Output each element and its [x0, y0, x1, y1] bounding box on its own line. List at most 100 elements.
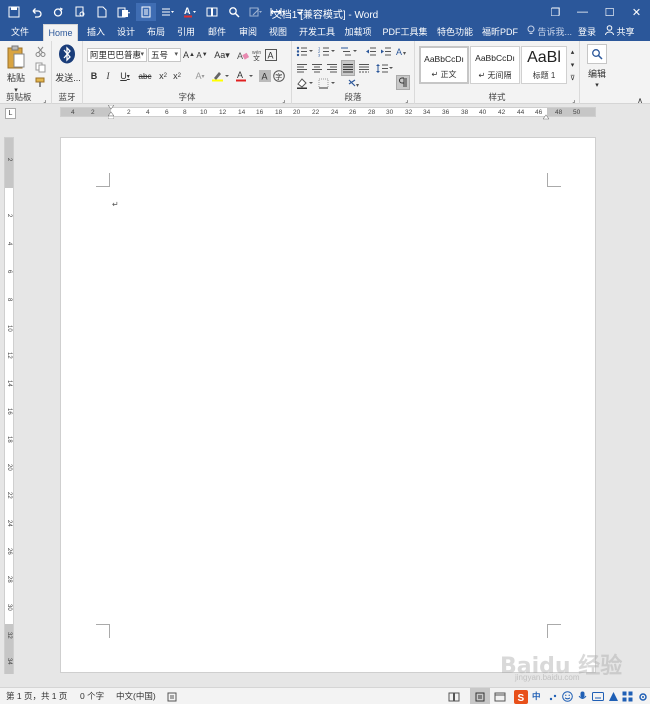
- word-count[interactable]: 0 个字: [80, 688, 104, 704]
- text-effects-icon[interactable]: A ▾: [192, 69, 208, 83]
- ime-punct-icon[interactable]: [548, 688, 558, 704]
- character-border-icon[interactable]: A: [265, 48, 277, 62]
- show-marks-icon[interactable]: [396, 75, 410, 90]
- clear-format-icon[interactable]: A: [237, 48, 249, 62]
- strikethrough-icon[interactable]: abc: [137, 69, 153, 83]
- search-icon[interactable]: [587, 44, 607, 64]
- multilevel-list-icon[interactable]: [340, 44, 358, 58]
- font-size-combo[interactable]: 五号 ▾: [148, 48, 181, 62]
- bold-icon[interactable]: B: [89, 69, 99, 83]
- tab-mailings[interactable]: 邮件: [204, 24, 230, 41]
- editing-dropdown-icon[interactable]: ▾: [592, 78, 602, 92]
- tab-file[interactable]: 文件: [4, 24, 36, 41]
- highlight-icon[interactable]: [211, 69, 231, 83]
- bullets-icon[interactable]: [296, 44, 314, 58]
- styles-more-icon[interactable]: ⊽: [568, 72, 577, 84]
- sign-in-link[interactable]: 登录: [578, 24, 596, 41]
- tab-addins[interactable]: 加载项: [341, 24, 375, 41]
- clipboard-launcher-icon[interactable]: ⌟: [40, 93, 50, 107]
- close-icon[interactable]: ✕: [623, 0, 650, 24]
- copy-icon[interactable]: [33, 60, 47, 74]
- bluetooth-send-button[interactable]: 发送...: [54, 67, 82, 89]
- underline-icon[interactable]: U ▾: [117, 69, 133, 83]
- align-left-icon[interactable]: [296, 61, 308, 75]
- borders-icon[interactable]: [318, 76, 336, 90]
- grow-font-icon[interactable]: A ▲: [183, 48, 195, 62]
- shrink-font-icon[interactable]: A ▼: [196, 48, 208, 62]
- keyboard-icon[interactable]: [592, 688, 604, 704]
- print-layout-icon[interactable]: [470, 688, 490, 704]
- tell-me-box[interactable]: 告诉我...: [527, 24, 572, 41]
- styles-scroll-down-icon[interactable]: ▾: [568, 59, 577, 71]
- tab-pdf-tools[interactable]: PDF工具集: [380, 24, 430, 41]
- style-heading-1[interactable]: AaBl 标题 1: [521, 46, 567, 84]
- increase-indent-icon[interactable]: [380, 44, 392, 58]
- ime-toolbox-icon[interactable]: [622, 688, 633, 704]
- read-mode-icon[interactable]: [448, 688, 460, 704]
- sort-icon[interactable]: ▾: [347, 76, 367, 90]
- ime-emoji-icon[interactable]: [562, 688, 573, 704]
- tab-design[interactable]: 设计: [113, 24, 139, 41]
- tab-view[interactable]: 视图: [265, 24, 291, 41]
- ruler-tick: 2: [91, 109, 95, 116]
- align-right-icon[interactable]: [326, 61, 338, 75]
- restore-icon[interactable]: ❐: [542, 0, 569, 24]
- collapse-ribbon-icon[interactable]: ∧: [634, 93, 646, 107]
- paragraph-launcher-icon[interactable]: ⌟: [402, 93, 412, 107]
- ime-skin-icon[interactable]: [608, 688, 619, 704]
- styles-launcher-icon[interactable]: ⌟: [569, 93, 579, 107]
- paste-button[interactable]: 粘贴: [2, 70, 30, 84]
- language-status[interactable]: 中文(中国): [116, 688, 156, 704]
- ime-settings-icon[interactable]: [638, 688, 648, 704]
- italic-icon[interactable]: I: [103, 69, 113, 83]
- justify-icon[interactable]: [341, 60, 355, 76]
- share-button[interactable]: 共享: [603, 25, 635, 40]
- tab-developer[interactable]: 开发工具: [296, 24, 338, 41]
- decrease-indent-icon[interactable]: [365, 44, 377, 58]
- styles-scroll-up-icon[interactable]: ▴: [568, 46, 577, 58]
- font-face-combo[interactable]: 阿里巴巴普惠 ▾: [87, 48, 147, 62]
- line-spacing-icon[interactable]: [376, 61, 394, 75]
- style-no-spacing[interactable]: AaBbCcDı ↵ 无间隔: [470, 46, 520, 84]
- ime-chinese-icon[interactable]: 中: [532, 688, 541, 704]
- font-color-icon[interactable]: A: [235, 69, 255, 83]
- tab-insert[interactable]: 插入: [83, 24, 109, 41]
- bluetooth-icon[interactable]: [58, 44, 76, 64]
- horizontal-ruler[interactable]: 4 2 2 4 6 8 10 12 14 16 18 20 22 24 26 2…: [60, 104, 596, 120]
- tab-selector[interactable]: L: [5, 108, 16, 119]
- macro-record-icon[interactable]: [167, 688, 177, 704]
- tab-features[interactable]: 特色功能: [434, 24, 476, 41]
- character-shading-icon[interactable]: A: [259, 69, 271, 83]
- distributed-icon[interactable]: [358, 61, 370, 75]
- tab-review[interactable]: 审阅: [235, 24, 261, 41]
- right-indent-marker-icon[interactable]: [542, 112, 550, 120]
- indent-marker-icon[interactable]: [107, 104, 115, 120]
- format-painter-icon[interactable]: [33, 75, 47, 89]
- document-page[interactable]: ↵: [60, 137, 596, 673]
- vertical-ruler[interactable]: 2 2 4 6 8 10 12 14 16 18 20 22 24 26 28 …: [4, 137, 14, 674]
- subscript-icon[interactable]: x2: [157, 69, 169, 83]
- shading-icon[interactable]: [296, 76, 314, 90]
- maximize-icon[interactable]: ☐: [596, 0, 623, 24]
- cut-icon[interactable]: [33, 44, 47, 58]
- tab-layout[interactable]: 布局: [143, 24, 169, 41]
- tab-references[interactable]: 引用: [173, 24, 199, 41]
- chinese-layout-icon[interactable]: A ▾: [396, 44, 410, 58]
- change-case-icon[interactable]: Aa▾: [213, 48, 231, 62]
- page-count[interactable]: 第 1 页，共 1 页: [6, 688, 67, 704]
- tab-foxit-pdf[interactable]: 福昕PDF: [479, 24, 521, 41]
- align-center-icon[interactable]: [311, 61, 323, 75]
- tab-home[interactable]: Home: [43, 24, 78, 41]
- paste-icon[interactable]: [4, 44, 28, 72]
- numbering-icon[interactable]: 123: [318, 44, 336, 58]
- sogou-ime-icon[interactable]: S: [514, 688, 528, 704]
- font-launcher-icon[interactable]: ⌟: [279, 93, 289, 107]
- web-layout-icon[interactable]: [494, 688, 506, 704]
- enclose-characters-icon[interactable]: 字: [273, 69, 285, 83]
- phonetic-guide-icon[interactable]: wén 文: [251, 48, 263, 62]
- superscript-icon[interactable]: x2: [171, 69, 183, 83]
- chevron-down-icon: ▾: [140, 51, 144, 58]
- minimize-icon[interactable]: —: [569, 0, 596, 24]
- style-normal[interactable]: AaBbCcDı ↵ 正文: [419, 46, 469, 84]
- microphone-icon[interactable]: [578, 688, 587, 704]
